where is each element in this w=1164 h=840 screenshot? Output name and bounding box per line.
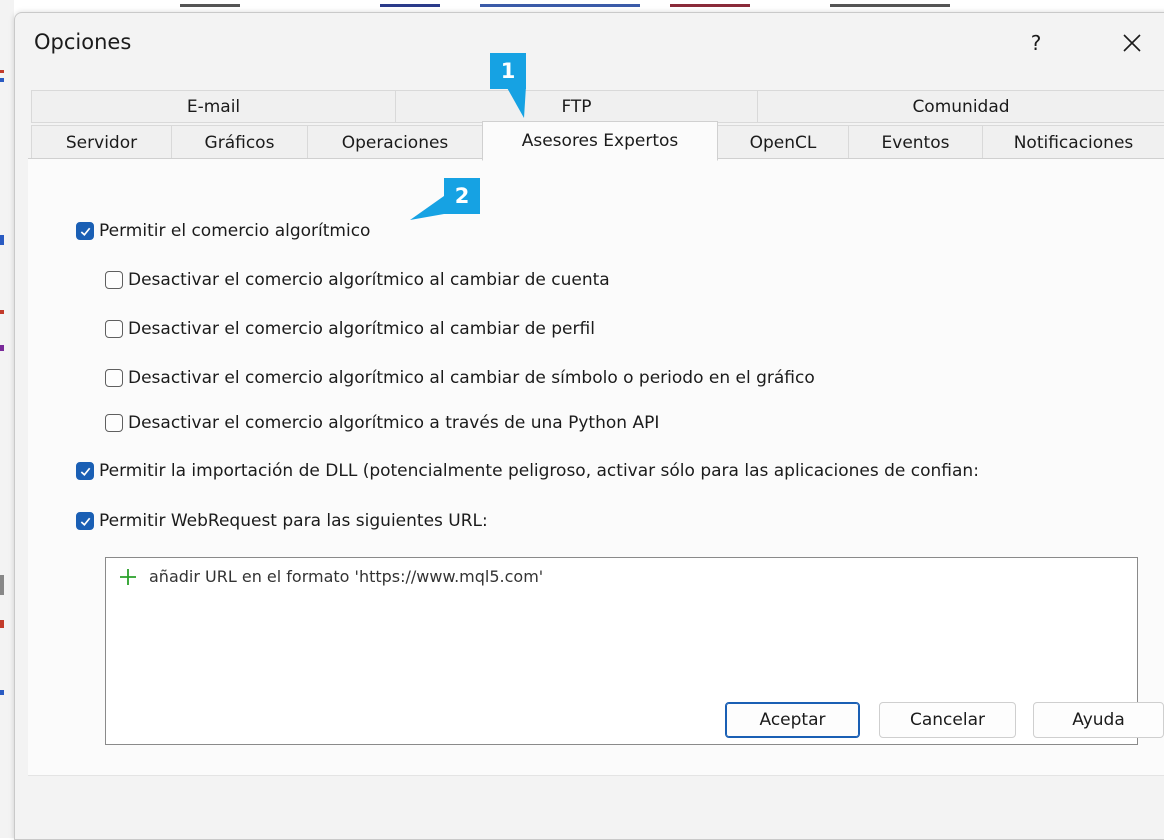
dialog-title: Opciones xyxy=(34,30,132,54)
callout-1-arrow xyxy=(506,86,526,118)
tab-operaciones[interactable]: Operaciones xyxy=(307,125,483,160)
checkbox-checked[interactable] xyxy=(76,222,94,240)
close-icon[interactable] xyxy=(1109,23,1155,63)
tab-label: Notificaciones xyxy=(1013,132,1134,153)
tab-email[interactable]: E-mail xyxy=(31,90,396,123)
tab-comunidad[interactable]: Comunidad xyxy=(757,90,1164,123)
checkbox-unchecked[interactable] xyxy=(105,414,123,432)
checkbox-unchecked[interactable] xyxy=(105,369,123,387)
tab-label: Operaciones xyxy=(341,132,449,153)
add-url-hint: añadir URL en el formato 'https://www.mq… xyxy=(149,567,544,586)
option-allow-dll-import[interactable]: Permitir la importación de DLL (potencia… xyxy=(76,461,979,481)
checkbox-unchecked[interactable] xyxy=(105,320,123,338)
tab-label: Servidor xyxy=(65,132,138,153)
cancel-button[interactable]: Cancelar xyxy=(879,702,1016,738)
option-disable-via-python-api[interactable]: Desactivar el comercio algorítmico a tra… xyxy=(105,413,659,433)
option-label: Desactivar el comercio algorítmico a tra… xyxy=(128,413,660,433)
tab-label: Gráficos xyxy=(204,132,275,153)
help-icon[interactable]: ? xyxy=(1013,23,1059,63)
tab-label: Asesores Expertos xyxy=(521,131,679,151)
tab-servidor[interactable]: Servidor xyxy=(31,125,172,160)
plus-icon xyxy=(120,568,136,585)
background-app-top xyxy=(150,0,1010,10)
option-disable-on-symbol-change[interactable]: Desactivar el comercio algorítmico al ca… xyxy=(105,368,815,388)
checkbox-checked[interactable] xyxy=(76,462,94,480)
option-allow-webrequest[interactable]: Permitir WebRequest para las siguientes … xyxy=(76,511,488,531)
tab-label: E-mail xyxy=(186,96,241,117)
option-label: Permitir la importación de DLL (potencia… xyxy=(99,461,979,481)
help-button[interactable]: Ayuda xyxy=(1033,702,1164,738)
tab-label: Eventos xyxy=(881,132,950,153)
ok-button[interactable]: Aceptar xyxy=(725,702,860,738)
add-url-item[interactable]: añadir URL en el formato 'https://www.mq… xyxy=(119,567,543,586)
callout-1: 1 xyxy=(490,53,526,89)
option-allow-algo-trading[interactable]: Permitir el comercio algorítmico xyxy=(76,221,370,241)
option-label: Desactivar el comercio algorítmico al ca… xyxy=(128,368,815,388)
tab-asesores-expertos[interactable]: Asesores Expertos xyxy=(482,121,718,161)
option-label: Desactivar el comercio algorítmico al ca… xyxy=(128,319,595,339)
tab-ftp[interactable]: FTP xyxy=(395,90,758,123)
tab-graficos[interactable]: Gráficos xyxy=(171,125,308,160)
tab-opencl[interactable]: OpenCL xyxy=(717,125,849,160)
option-label: Permitir WebRequest para las siguientes … xyxy=(99,511,488,531)
option-disable-on-profile-change[interactable]: Desactivar el comercio algorítmico al ca… xyxy=(105,319,595,339)
tab-label: OpenCL xyxy=(749,132,817,153)
tab-notificaciones[interactable]: Notificaciones xyxy=(982,125,1164,160)
option-disable-on-account-change[interactable]: Desactivar el comercio algorítmico al ca… xyxy=(105,270,610,290)
background-app-edge xyxy=(0,0,14,838)
tab-eventos[interactable]: Eventos xyxy=(848,125,983,160)
checkbox-checked[interactable] xyxy=(76,512,94,530)
expert-advisors-panel: Permitir el comercio algorítmico Desacti… xyxy=(28,158,1164,776)
callout-2-arrow xyxy=(410,196,444,220)
tab-label: FTP xyxy=(561,96,592,117)
option-label: Desactivar el comercio algorítmico al ca… xyxy=(128,270,610,290)
checkbox-unchecked[interactable] xyxy=(105,271,123,289)
tab-label: Comunidad xyxy=(912,96,1010,117)
option-label: Permitir el comercio algorítmico xyxy=(99,221,371,241)
